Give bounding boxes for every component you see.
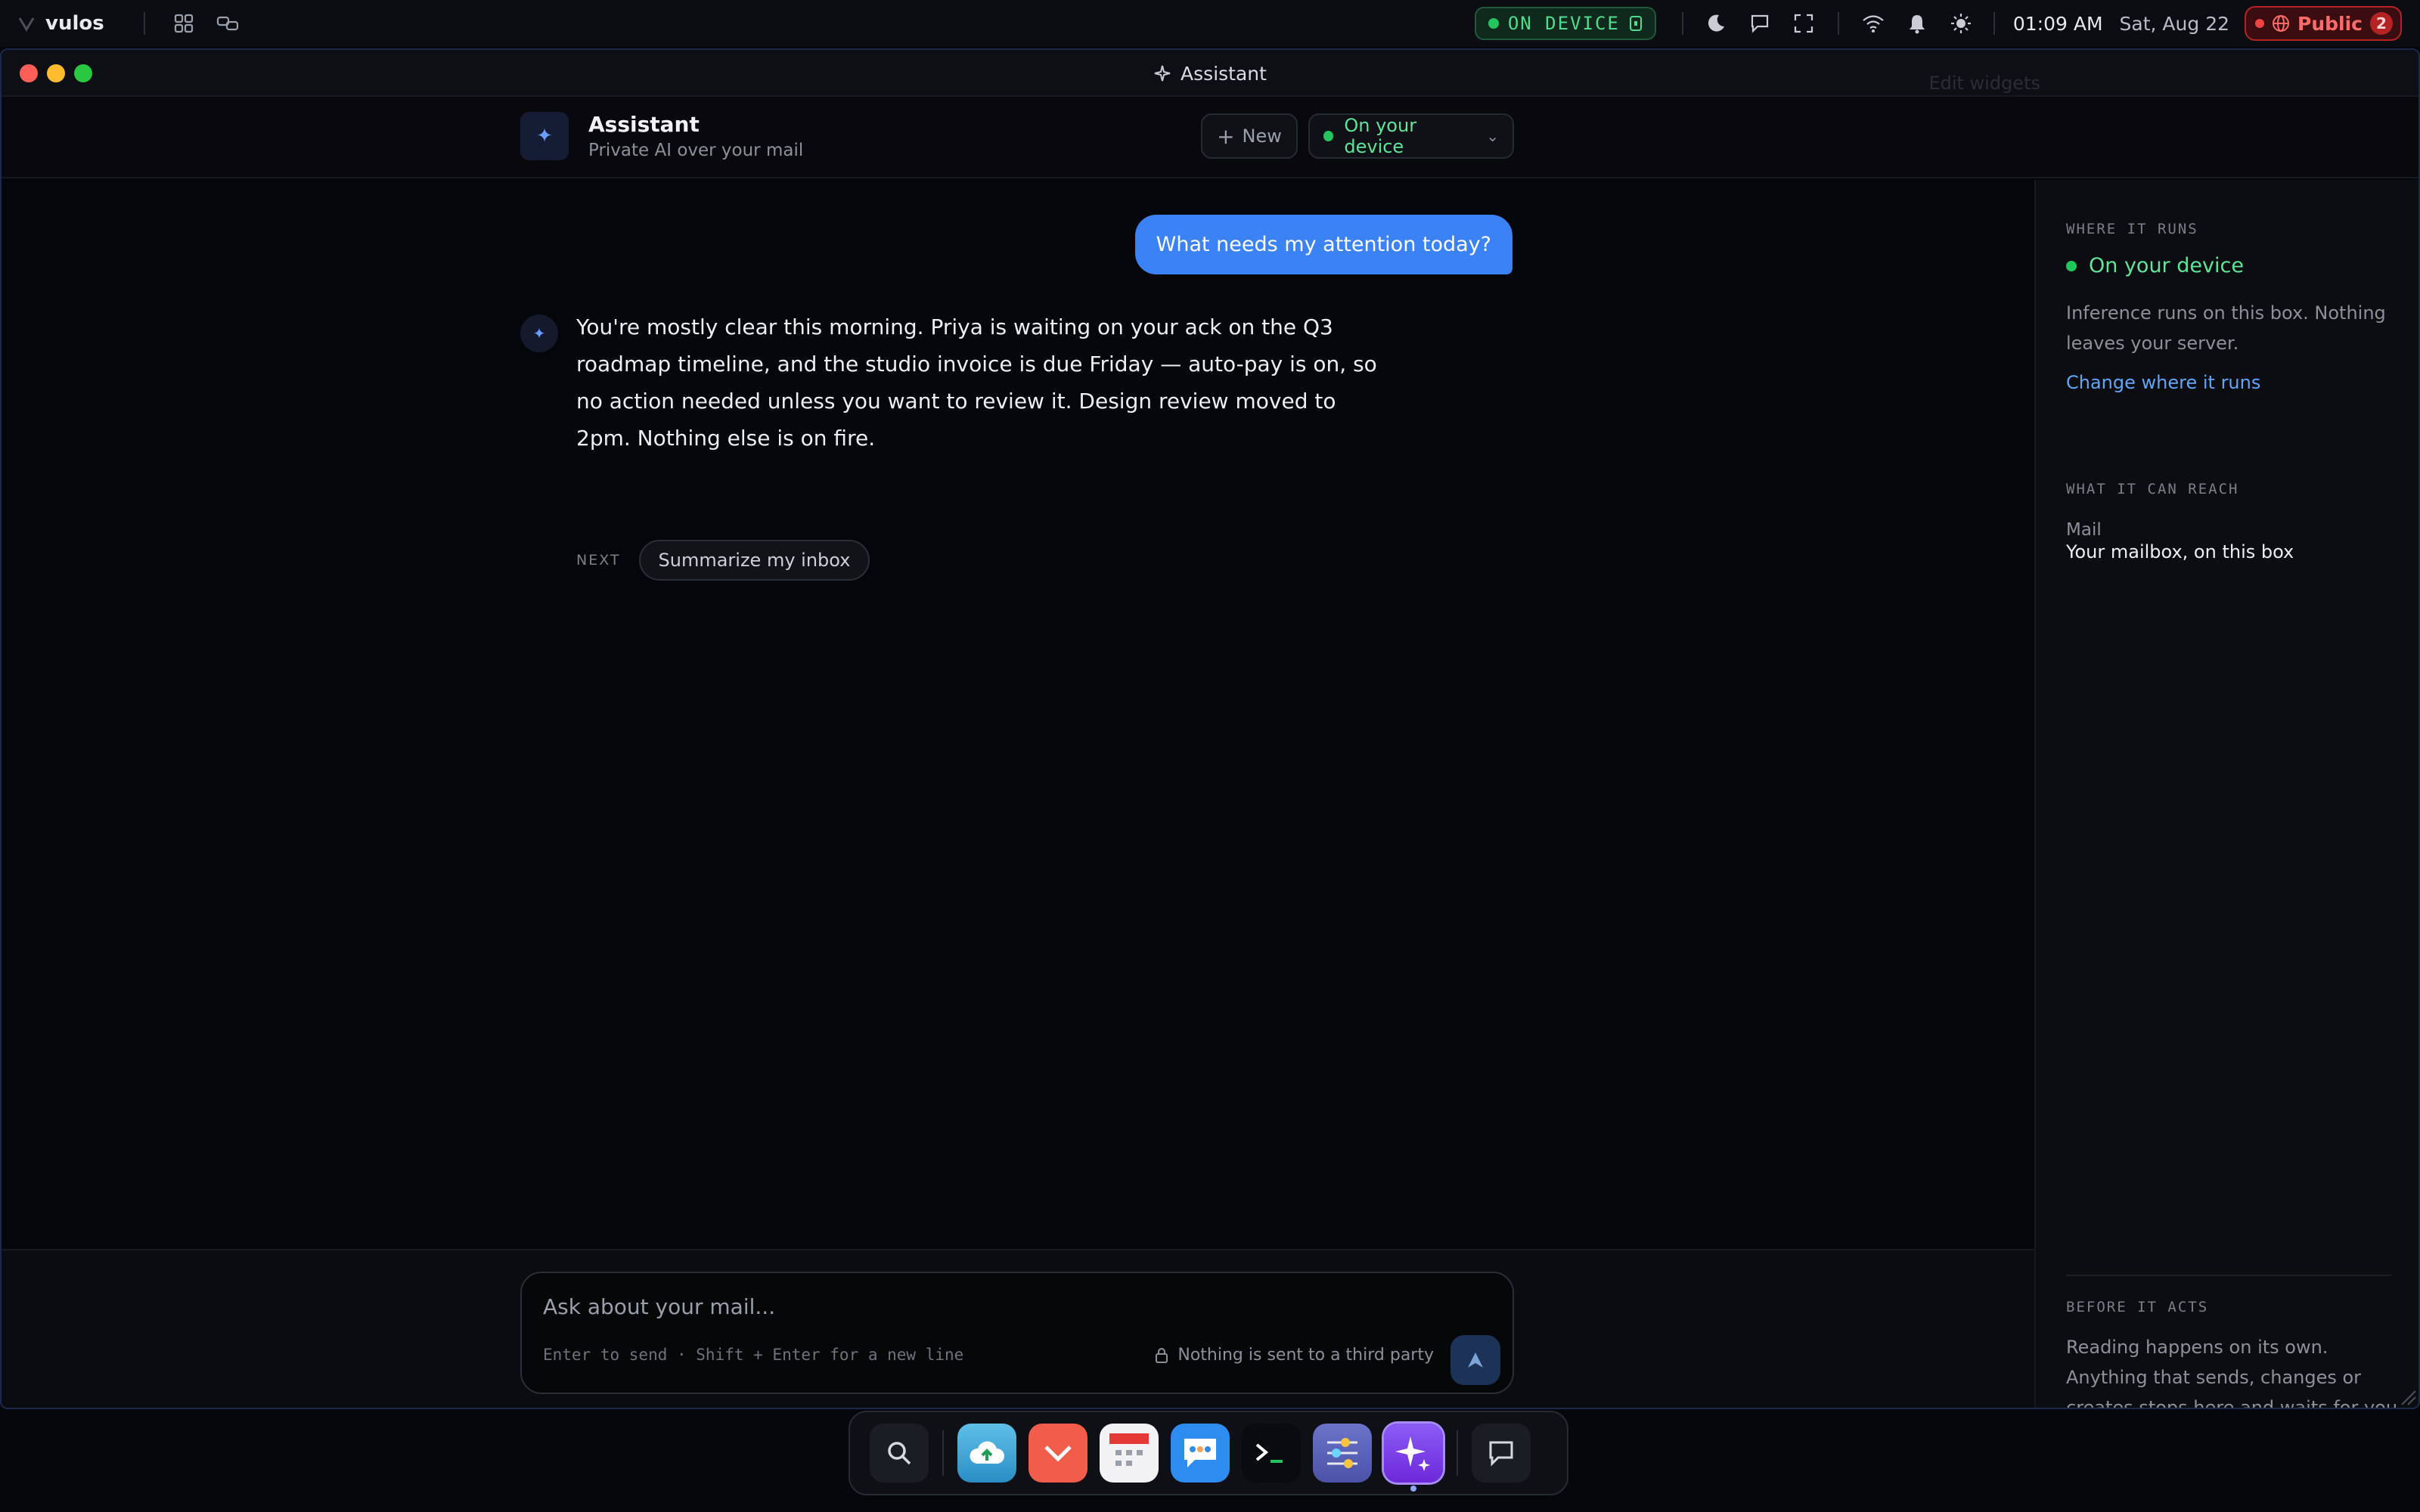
chip-icon bbox=[1629, 16, 1642, 31]
cloud-upload-icon bbox=[970, 1441, 1004, 1464]
globe-icon bbox=[2273, 15, 2290, 32]
app-grid-icon[interactable] bbox=[172, 12, 195, 35]
menu-separator bbox=[1837, 12, 1839, 35]
before-it-acts-text: Reading happens on its own. Anything tha… bbox=[2066, 1337, 2398, 1409]
inbox-chevron-icon bbox=[1044, 1445, 1072, 1462]
assistant-avatar-icon: ✦ bbox=[520, 314, 558, 352]
clock-date: Sat, Aug 22 bbox=[2119, 12, 2230, 35]
messages-icon bbox=[1184, 1439, 1216, 1467]
privacy-text: Nothing is sent to a third party bbox=[1177, 1346, 1434, 1365]
sidebar-divider bbox=[2066, 1275, 2391, 1276]
wifi-icon[interactable] bbox=[1862, 12, 1885, 35]
dock-assistant[interactable] bbox=[1384, 1424, 1443, 1492]
dock-settings[interactable] bbox=[1313, 1424, 1372, 1483]
terminal-icon bbox=[1255, 1443, 1283, 1463]
assistant-sparkle-icon: ✦ bbox=[520, 112, 569, 160]
brand-name: vulos bbox=[45, 12, 104, 35]
assistant-window: Assistant Edit widgets ✦ Assistant Priva… bbox=[0, 48, 2420, 1409]
composer-area: Enter to send · Shift + Enter for a new … bbox=[2, 1249, 2034, 1408]
composer-hint: Enter to send · Shift + Enter for a new … bbox=[543, 1346, 964, 1364]
edit-widgets-ghost: Edit widgets bbox=[1928, 73, 2040, 94]
on-device-status[interactable]: ON DEVICE bbox=[1474, 7, 1656, 40]
next-suggestions: NEXT Summarize my inbox bbox=[576, 540, 870, 581]
dock-cloud-upload[interactable] bbox=[957, 1424, 1016, 1483]
send-button[interactable] bbox=[1450, 1335, 1500, 1385]
dock-chat[interactable] bbox=[1472, 1424, 1531, 1483]
send-arrow-icon bbox=[1468, 1352, 1483, 1368]
vulos-logo-icon bbox=[18, 17, 35, 32]
app-header: ✦ Assistant Private AI over your mail + … bbox=[2, 97, 2418, 178]
chevron-down-icon: ⌄ bbox=[1486, 127, 1499, 145]
new-chat-button[interactable]: + New bbox=[1201, 113, 1298, 159]
device-select[interactable]: On your device ⌄ bbox=[1308, 113, 1514, 159]
public-count-badge: 2 bbox=[2370, 12, 2393, 35]
menu-separator bbox=[1993, 12, 1995, 35]
sparkle-icon bbox=[1154, 65, 1171, 82]
mail-label: Mail bbox=[2066, 520, 2102, 540]
clock-time: 01:09 AM bbox=[2012, 12, 2103, 35]
summarize-inbox-chip[interactable]: Summarize my inbox bbox=[638, 540, 870, 581]
sidebar-device-dot bbox=[2066, 260, 2077, 271]
app-title: Assistant bbox=[588, 112, 700, 137]
chat-bubble-icon bbox=[1489, 1441, 1513, 1467]
active-app-indicator bbox=[1410, 1486, 1416, 1492]
what-it-can-reach-label: WHAT IT CAN REACH bbox=[2066, 481, 2239, 497]
plus-icon: + bbox=[1217, 123, 1235, 149]
privacy-note: Nothing is sent to a third party bbox=[1155, 1346, 1434, 1365]
dock-messages[interactable] bbox=[1171, 1424, 1230, 1483]
brightness-icon[interactable] bbox=[1950, 12, 1972, 35]
assistant-message: You're mostly clear this morning. Priya … bbox=[576, 314, 1377, 451]
chat-bubble-icon[interactable] bbox=[1748, 12, 1771, 35]
lock-icon bbox=[1156, 1347, 1168, 1363]
mail-value: Your mailbox, on this box bbox=[2066, 541, 2294, 562]
dock-mail[interactable] bbox=[1028, 1424, 1087, 1483]
chat-area[interactable]: What needs my attention today? ✦ You're … bbox=[2, 180, 2034, 1249]
menu-separator bbox=[143, 12, 145, 35]
new-chat-label: New bbox=[1242, 125, 1282, 147]
sidebar-device-label: On your device bbox=[2089, 254, 2244, 277]
public-dot bbox=[2255, 19, 2265, 28]
assistant-sparkle-icon bbox=[1395, 1436, 1430, 1471]
dock-separator bbox=[942, 1430, 944, 1476]
fullscreen-icon[interactable] bbox=[1792, 12, 1815, 35]
window-title: Assistant bbox=[2, 50, 2418, 97]
bell-icon[interactable] bbox=[1906, 12, 1928, 35]
dock bbox=[849, 1411, 1568, 1495]
change-where-link[interactable]: Change where it runs bbox=[2066, 372, 2260, 393]
menu-separator bbox=[1681, 12, 1683, 35]
before-it-acts-label: BEFORE IT ACTS bbox=[2066, 1299, 2209, 1315]
calendar-icon bbox=[1109, 1433, 1149, 1466]
next-label: NEXT bbox=[576, 552, 621, 569]
search-icon bbox=[888, 1442, 911, 1465]
dock-terminal[interactable] bbox=[1242, 1424, 1301, 1483]
dock-separator bbox=[1457, 1430, 1458, 1476]
public-label: Public bbox=[2297, 12, 2363, 35]
status-dot bbox=[1488, 18, 1499, 29]
dock-calendar[interactable] bbox=[1100, 1424, 1159, 1483]
message-input[interactable] bbox=[543, 1294, 1375, 1319]
link-icon[interactable] bbox=[216, 12, 239, 35]
device-select-label: On your device bbox=[1344, 115, 1417, 157]
app-subtitle: Private AI over your mail bbox=[588, 141, 804, 160]
sidebar-description: Inference runs on this box. Nothing leav… bbox=[2066, 302, 2386, 354]
window-titlebar: Assistant Edit widgets bbox=[2, 50, 2418, 97]
moon-icon[interactable] bbox=[1705, 12, 1727, 35]
menu-bar: vulos ON DEVICE 01:09 AM Sat, Aug 22 Pub… bbox=[0, 0, 2420, 47]
window-title-text: Assistant bbox=[1181, 62, 1267, 85]
device-dot bbox=[1323, 131, 1334, 141]
info-sidebar: WHERE IT RUNS On your device Inference r… bbox=[2034, 180, 2418, 1409]
where-it-runs-label: WHERE IT RUNS bbox=[2066, 221, 2198, 237]
public-status[interactable]: Public 2 bbox=[2245, 6, 2402, 41]
dock-search[interactable] bbox=[870, 1424, 929, 1483]
sliders-icon bbox=[1327, 1438, 1357, 1468]
sidebar-device: On your device bbox=[2066, 254, 2244, 277]
resize-handle-icon[interactable] bbox=[2397, 1387, 2417, 1406]
composer: Enter to send · Shift + Enter for a new … bbox=[520, 1272, 1514, 1394]
on-device-label: ON DEVICE bbox=[1507, 13, 1620, 34]
user-message: What needs my attention today? bbox=[1134, 215, 1512, 274]
